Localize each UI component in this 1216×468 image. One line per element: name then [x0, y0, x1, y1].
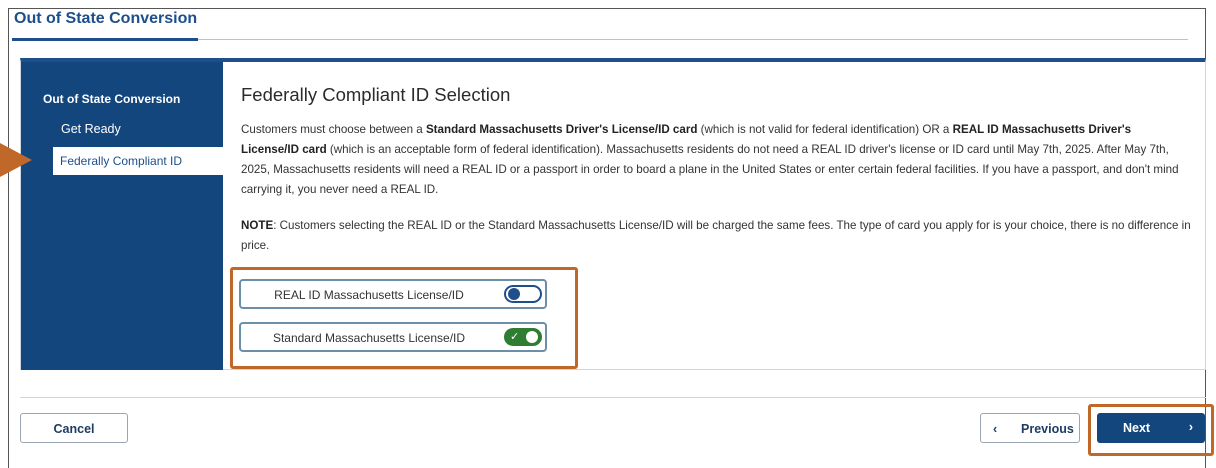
standard-id-toggle-switch[interactable]: ✓: [504, 328, 542, 346]
cancel-button[interactable]: Cancel: [20, 413, 128, 443]
page-title-underline: [12, 38, 198, 41]
toggle-knob: [508, 288, 520, 300]
main-panel: Out of State Conversion Get Ready Federa…: [20, 58, 1206, 370]
real-id-toggle-label: REAL ID Massachusetts License/ID: [274, 288, 464, 302]
real-id-toggle-row[interactable]: REAL ID Massachusetts License/ID: [239, 279, 547, 309]
standard-id-toggle-label: Standard Massachusetts License/ID: [272, 331, 466, 345]
sidebar-item-federally-compliant-id[interactable]: Federally Compliant ID: [53, 147, 225, 175]
header-divider: [198, 39, 1188, 40]
content-area: Federally Compliant ID Selection Custome…: [241, 84, 1191, 256]
note-label: NOTE: [241, 219, 274, 232]
intro-text-3: (which is an acceptable form of federal …: [241, 143, 1179, 196]
arrow-right-icon: [0, 143, 32, 177]
toggle-knob: [526, 331, 538, 343]
side-nav: Out of State Conversion Get Ready Federa…: [21, 62, 225, 370]
intro-bold-standard: Standard Massachusetts Driver's License/…: [425, 123, 698, 136]
page-title: Out of State Conversion: [14, 10, 198, 27]
checkmark-icon: ✓: [510, 331, 520, 343]
previous-label: Previous: [1021, 422, 1074, 436]
standard-id-toggle-row[interactable]: Standard Massachusetts License/ID ✓: [239, 322, 547, 352]
note-body: : Customers selecting the REAL ID or the…: [241, 219, 1191, 252]
section-heading: Federally Compliant ID Selection: [241, 84, 511, 105]
footer-divider: [20, 397, 1206, 398]
intro-text-1: Customers must choose between a: [241, 123, 426, 136]
intro-text: Customers must choose between a Standard…: [241, 120, 1191, 200]
page-header: Out of State Conversion: [12, 10, 1206, 42]
note-text: NOTE: Customers selecting the REAL ID or…: [241, 216, 1191, 256]
sidebar-item-get-ready[interactable]: Get Ready: [61, 122, 121, 136]
previous-button[interactable]: ‹ Previous: [980, 413, 1080, 443]
chevron-right-icon: ›: [1188, 420, 1193, 434]
next-button[interactable]: Next ›: [1097, 413, 1205, 443]
chevron-left-icon: ‹: [993, 422, 998, 436]
nav-heading: Out of State Conversion: [43, 92, 181, 106]
next-label: Next: [1123, 421, 1151, 435]
real-id-toggle-switch[interactable]: [504, 285, 542, 303]
intro-text-2: (which is not valid for federal identifi…: [697, 123, 953, 136]
